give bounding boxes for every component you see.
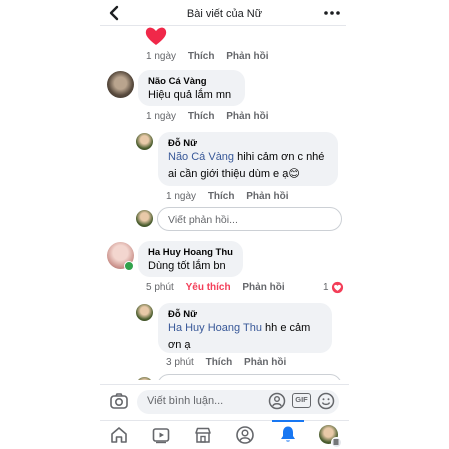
- comment-author[interactable]: Não Cá Vàng: [148, 76, 235, 87]
- like-button[interactable]: Thích: [206, 357, 233, 368]
- marketplace-icon[interactable]: [193, 425, 213, 445]
- heart-icon: [145, 27, 167, 45]
- avatar[interactable]: [107, 71, 134, 98]
- video-icon[interactable]: [151, 425, 171, 445]
- notifications-icon[interactable]: [278, 424, 298, 444]
- menu-icon[interactable]: [333, 439, 339, 445]
- reply-button[interactable]: Phản hồi: [244, 357, 286, 368]
- composer-divider: [100, 384, 349, 385]
- profile-icon[interactable]: [235, 425, 255, 445]
- emoji-icon[interactable]: [317, 392, 335, 410]
- comment-text: ai cần giới thiệu dùm e ạ😊: [168, 168, 300, 180]
- comment-time: 1 ngày: [146, 51, 177, 62]
- reply-button[interactable]: Phản hồi: [226, 51, 268, 62]
- comment-time: 1 ngày: [146, 111, 177, 122]
- nav-active-indicator: [272, 420, 304, 422]
- like-button[interactable]: Thích: [188, 111, 215, 122]
- camera-icon[interactable]: [109, 391, 129, 411]
- comment-bubble: Não Cá Vàng Hiệu quả lắm mn: [138, 70, 245, 106]
- avatar[interactable]: [136, 133, 153, 150]
- comment-meta: 5 phút Yêu thích Phản hồi: [146, 282, 285, 293]
- comment-meta: 1 ngày Thích Phản hồi: [166, 191, 289, 202]
- nav-divider: [100, 420, 349, 421]
- reply-button[interactable]: Phản hồi: [242, 282, 284, 293]
- avatar-sticker-icon[interactable]: [268, 392, 286, 410]
- mention-link[interactable]: Ha Huy Hoang Thu: [168, 322, 262, 334]
- header-divider: [100, 25, 346, 26]
- comment-text: Não Cá Vàng hihi cảm ơn c nhé: [168, 151, 325, 163]
- home-icon[interactable]: [109, 425, 129, 445]
- mention-link[interactable]: Não Cá Vàng: [168, 151, 234, 163]
- comment-bubble: Đỗ Nữ Ha Huy Hoang Thu hh e cảm ơn ạ: [158, 303, 332, 353]
- comment-meta: 1 ngày Thích Phản hồi: [146, 111, 269, 122]
- comment-time: 1 ngày: [166, 191, 197, 202]
- love-reaction-icon: [331, 281, 344, 294]
- online-status-dot: [124, 261, 134, 271]
- gif-button[interactable]: GIF: [292, 393, 311, 408]
- top-meta: 1 ngày Thích Phản hồi: [146, 51, 269, 62]
- comment-text: ơn ạ: [168, 339, 191, 351]
- comment-text: Ha Huy Hoang Thu hh e cảm: [168, 322, 311, 334]
- comment-time: 3 phút: [166, 357, 194, 368]
- more-dots-icon[interactable]: [322, 4, 342, 22]
- reply-input[interactable]: Viết phản hồi...: [157, 207, 342, 231]
- comment-author[interactable]: Ha Huy Hoang Thu: [148, 247, 233, 258]
- comment-author[interactable]: Đỗ Nữ: [168, 138, 328, 149]
- comment-text: Hiệu quả lắm mn: [148, 89, 232, 101]
- avatar: [136, 210, 153, 227]
- reply-button[interactable]: Phản hồi: [226, 111, 268, 122]
- reply-button[interactable]: Phản hồi: [246, 191, 288, 202]
- comment-bubble: Ha Huy Hoang Thu Dùng tốt lắm bn: [138, 241, 243, 277]
- page-title: Bài viết của Nữ: [186, 8, 263, 20]
- comment-author[interactable]: Đỗ Nữ: [168, 309, 322, 320]
- reaction-count[interactable]: 1: [323, 282, 329, 293]
- like-button[interactable]: Thích: [208, 191, 235, 202]
- comment-meta: 3 phút Thích Phản hồi: [166, 357, 286, 368]
- avatar[interactable]: [136, 304, 153, 321]
- comment-bubble: Đỗ Nữ Não Cá Vàng hihi cảm ơn c nhé ai c…: [158, 132, 338, 186]
- like-button[interactable]: Thích: [188, 51, 215, 62]
- comment-time: 5 phút: [146, 282, 174, 293]
- love-reaction-button[interactable]: Yêu thích: [186, 282, 231, 293]
- comment-text: Dùng tốt lắm bn: [148, 260, 226, 272]
